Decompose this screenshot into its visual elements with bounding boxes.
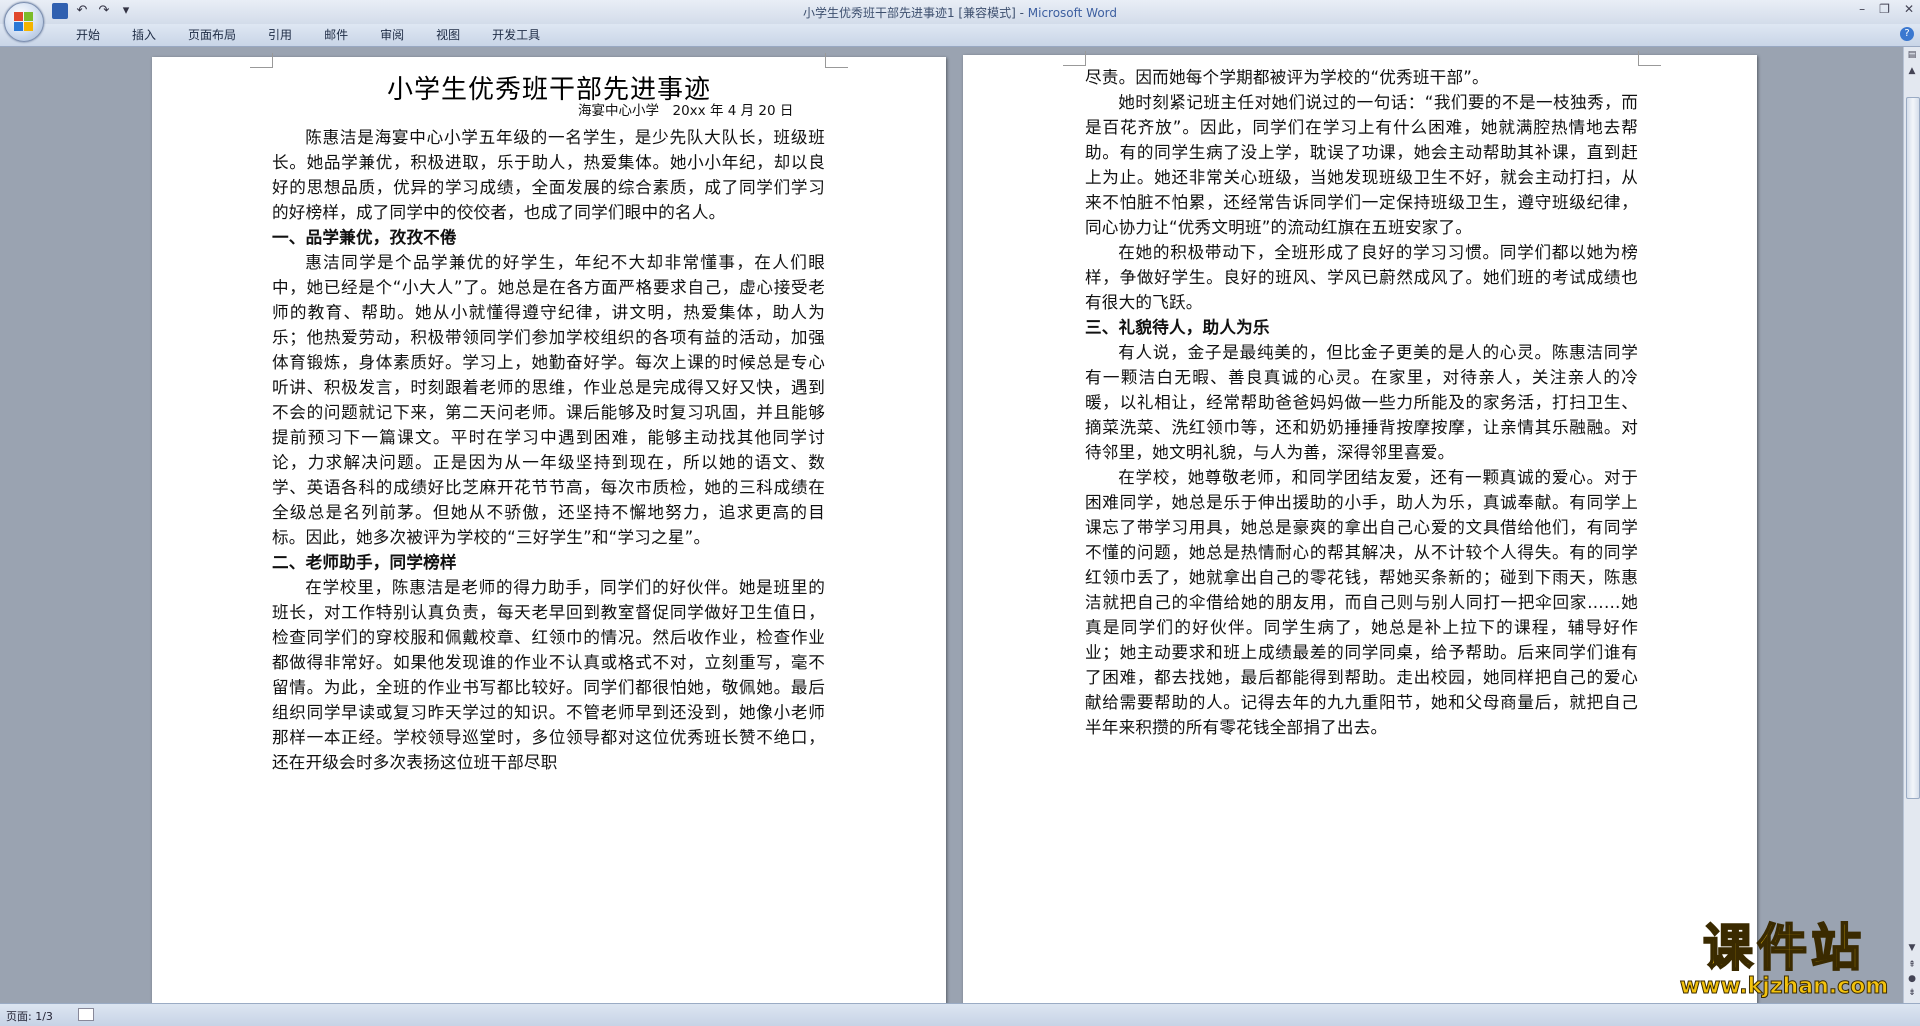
- watermark-logo: 课件站 www.kjzhan.com: [1664, 919, 1904, 999]
- ribbon-tab[interactable]: 引用: [252, 27, 308, 43]
- watermark-brand: 课件站: [1702, 919, 1865, 977]
- document-title-text: 小学生优秀班干部先进事迹1 [兼容模式] -: [802, 6, 1024, 20]
- previous-page-icon[interactable]: ⇞: [1906, 959, 1918, 971]
- scrollbar-thumb[interactable]: [1906, 97, 1920, 799]
- help-icon[interactable]: ?: [1900, 27, 1914, 41]
- ribbon-tab[interactable]: 开始: [60, 27, 116, 43]
- paragraph: 惠洁同学是个品学兼优的好学生，年纪不大却非常懂事，在人们眼中，她已经是个“小大人…: [272, 253, 825, 547]
- ribbon-tab[interactable]: 审阅: [364, 27, 420, 43]
- ruler-toggle-icon[interactable]: ▤: [1906, 49, 1918, 61]
- scroll-up-icon[interactable]: ▲: [1906, 65, 1918, 77]
- app-name-text: Microsoft Word: [1027, 6, 1118, 20]
- paragraph: 在学校里，陈惠洁是老师的得力助手，同学们的好伙伴。她是班里的班长，对工作特别认真…: [272, 578, 825, 772]
- ribbon-tab[interactable]: 页面布局: [172, 27, 252, 43]
- ribbon-tab[interactable]: 邮件: [308, 27, 364, 43]
- section-heading: 二、老师助手，同学榜样: [272, 553, 457, 572]
- page-1-body: 陈惠洁是海宴中心小学五年级的一名学生，是少先队大队长，班级班长。她品学兼优，积极…: [272, 125, 825, 775]
- close-icon[interactable]: ✕: [1904, 2, 1914, 16]
- page-2-body: 尽责。因而她每个学期都被评为学校的“优秀班干部”。她时刻紧记班主任对她们说过的一…: [1085, 65, 1638, 740]
- window-controls: – ❐ ✕: [1859, 2, 1914, 16]
- next-page-icon[interactable]: ⇟: [1906, 987, 1918, 999]
- paragraph: 有人说，金子是最纯美的，但比金子更美的是人的心灵。陈惠洁同学有一颗洁白无暇、善良…: [1085, 343, 1638, 462]
- office-logo-icon: [14, 12, 34, 32]
- ribbon-tab[interactable]: 插入: [116, 27, 172, 43]
- paragraph: 在学校，她尊敬老师，和同学团结友爱，还有一颗真诚的爱心。对于困难同学，她总是乐于…: [1085, 468, 1638, 737]
- watermark-url: www.kjzhan.com: [1679, 974, 1889, 999]
- vertical-scrollbar[interactable]: ▤ ▲ ▼ ⇞ ● ⇟: [1903, 47, 1920, 1003]
- ribbon-tab[interactable]: 开发工具: [476, 27, 556, 43]
- document-page-2[interactable]: 尽责。因而她每个学期都被评为学校的“优秀班干部”。她时刻紧记班主任对她们说过的一…: [963, 51, 1757, 1003]
- scroll-down-icon[interactable]: ▼: [1906, 942, 1918, 954]
- title-bar: ↶ ↷ ▾ 小学生优秀班干部先进事迹1 [兼容模式] - Microsoft W…: [0, 0, 1920, 24]
- document-heading: 小学生优秀班干部先进事迹: [386, 75, 711, 105]
- restore-icon[interactable]: ❐: [1879, 2, 1890, 16]
- document-byline: 海宴中心小学 20xx 年 4 月 20 日: [578, 103, 794, 119]
- window-title: 小学生优秀班干部先进事迹1 [兼容模式] - Microsoft Word: [0, 4, 1920, 21]
- status-bar: 页面: 1/3: [0, 1003, 1920, 1026]
- document-page-1[interactable]: 小学生优秀班干部先进事迹 海宴中心小学 20xx 年 4 月 20 日 陈惠洁是…: [152, 53, 946, 1003]
- paragraph: 她时刻紧记班主任对她们说过的一句话：“我们要的不是一枝独秀，而是百花齐放”。因此…: [1085, 93, 1638, 237]
- minimize-icon[interactable]: –: [1859, 2, 1865, 16]
- paragraph: 陈惠洁是海宴中心小学五年级的一名学生，是少先队大队长，班级班长。她品学兼优，积极…: [272, 128, 825, 222]
- ribbon-tab-bar: 开始 插入 页面布局 引用 邮件 审阅 视图 开发工具 ?: [0, 24, 1920, 47]
- crop-mark: [825, 53, 848, 68]
- office-button[interactable]: [4, 2, 44, 42]
- crop-mark: [1063, 51, 1086, 66]
- section-heading: 一、品学兼优，孜孜不倦: [272, 228, 457, 247]
- document-workspace: 小学生优秀班干部先进事迹 海宴中心小学 20xx 年 4 月 20 日 陈惠洁是…: [0, 47, 1903, 1003]
- paragraph: 在她的积极带动下，全班形成了良好的学习习惯。同学们都以她为榜样，争做好学生。良好…: [1085, 243, 1638, 312]
- proofing-icon[interactable]: [78, 1008, 94, 1021]
- paragraph: 尽责。因而她每个学期都被评为学校的“优秀班干部”。: [1085, 68, 1489, 87]
- crop-mark: [1638, 51, 1661, 66]
- select-browse-object-icon[interactable]: ●: [1906, 973, 1918, 985]
- ribbon-tabs: 开始 插入 页面布局 引用 邮件 审阅 视图 开发工具: [60, 27, 556, 43]
- ribbon-tab[interactable]: 视图: [420, 27, 476, 43]
- section-heading: 三、礼貌待人，助人为乐: [1085, 318, 1270, 337]
- crop-mark: [250, 53, 273, 68]
- page-indicator[interactable]: 页面: 1/3: [6, 1008, 53, 1024]
